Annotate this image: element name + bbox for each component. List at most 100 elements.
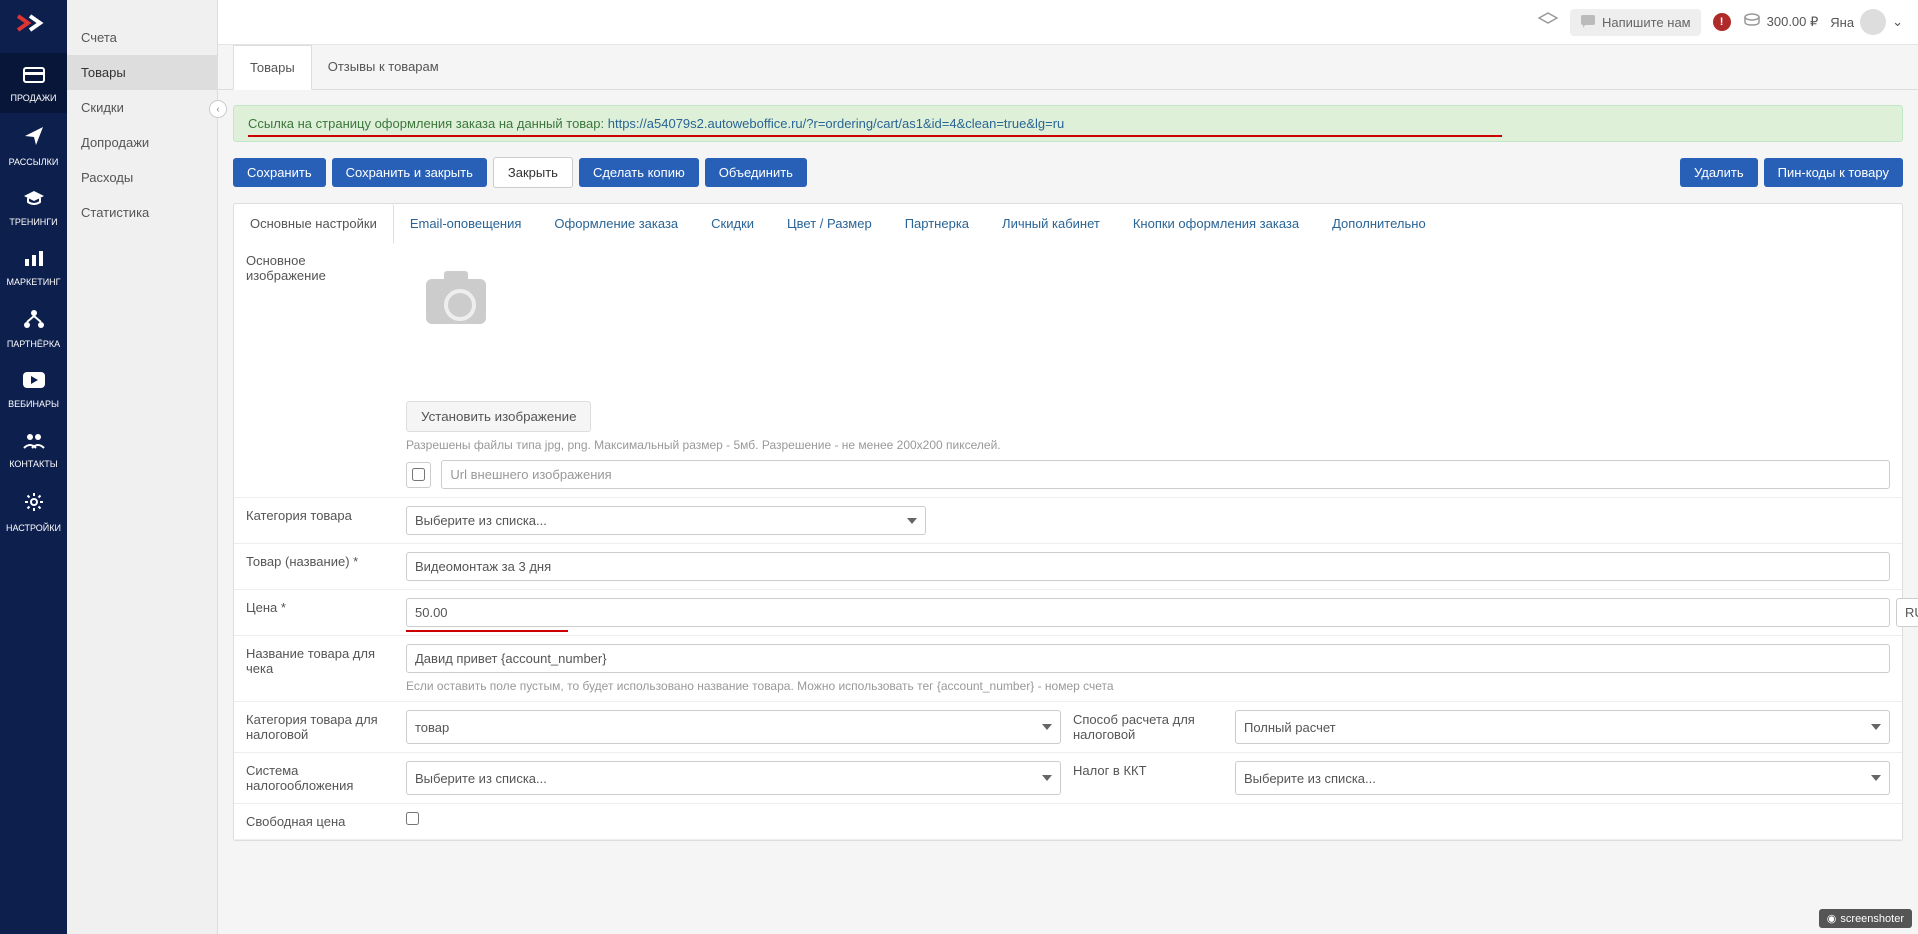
payment-method-label: Способ расчета для налоговой (1073, 702, 1223, 752)
nav-sales[interactable]: ПРОДАЖИ (0, 53, 67, 113)
users-icon (22, 431, 46, 455)
tab-checkout[interactable]: Оформление заказа (538, 204, 695, 243)
image-help-text: Разрешены файлы типа jpg, png. Максималь… (406, 438, 1890, 452)
tab-email[interactable]: Email-оповещения (394, 204, 539, 243)
coins-icon (1743, 13, 1761, 32)
subnav-accounts[interactable]: Счета (67, 20, 217, 55)
tab-checkout-buttons[interactable]: Кнопки оформления заказа (1117, 204, 1316, 243)
write-us-label: Напишите нам (1602, 15, 1691, 30)
image-placeholder (406, 261, 506, 341)
card-icon (23, 65, 45, 89)
top-header: Напишите нам ! 300.00 ₽ Яна ⌄ (218, 0, 1918, 45)
main-area: Напишите нам ! 300.00 ₽ Яна ⌄ Товары Отз… (218, 0, 1918, 934)
screenshoter-label: screenshoter (1840, 913, 1904, 925)
balance-value: 300.00 ₽ (1767, 14, 1819, 30)
external-url-checkbox[interactable] (412, 468, 425, 481)
close-button[interactable]: Закрыть (493, 157, 573, 188)
subnav-discounts[interactable]: Скидки (67, 90, 217, 125)
receipt-name-label: Название товара для чека (234, 636, 394, 701)
nav-label: НАСТРОЙКИ (6, 523, 61, 533)
delete-button[interactable]: Удалить (1680, 158, 1758, 187)
gear-icon (23, 491, 45, 519)
free-price-checkbox[interactable] (406, 812, 419, 825)
external-url-input[interactable] (441, 460, 1890, 489)
tax-category-select[interactable]: товар (406, 710, 1061, 744)
screenshoter-badge: ◉ screenshoter (1819, 909, 1912, 928)
kkt-label: Налог в ККТ (1073, 753, 1223, 803)
tab-discounts[interactable]: Скидки (695, 204, 771, 243)
chat-icon (1580, 14, 1596, 31)
free-price-label: Свободная цена (234, 804, 394, 839)
nodes-icon (23, 309, 45, 335)
app-logo (14, 8, 54, 38)
price-input[interactable] (406, 598, 1890, 627)
category-select[interactable]: Выберите из списка... (406, 506, 926, 535)
set-image-button[interactable]: Установить изображение (406, 401, 591, 432)
sidebar-collapse-button[interactable]: ‹ (209, 100, 227, 118)
page-subtabs: Товары Отзывы к товарам (218, 45, 1918, 90)
subtab-reviews[interactable]: Отзывы к товарам (312, 45, 455, 89)
name-label: Товар (название) * (234, 544, 394, 589)
nav-trainings[interactable]: ТРЕНИНГИ (0, 177, 67, 237)
form-tabs: Основные настройки Email-оповещения Офор… (233, 203, 1903, 243)
receipt-help-text: Если оставить поле пустым, то будет испо… (406, 679, 1890, 693)
nav-partners[interactable]: ПАРТНЁРКА (0, 297, 67, 359)
merge-button[interactable]: Объединить (705, 158, 807, 187)
image-label: Основное изображение (234, 243, 394, 497)
subnav-products[interactable]: Товары (67, 55, 217, 90)
camera-icon (426, 279, 486, 324)
nav-marketing[interactable]: МАРКЕТИНГ (0, 237, 67, 297)
play-icon (22, 371, 46, 395)
tab-main-settings[interactable]: Основные настройки (234, 204, 394, 244)
nav-dark-sidebar: ПРОДАЖИ РАССЫЛКИ ТРЕНИНГИ МАРКЕТИНГ ПАРТ… (0, 0, 67, 934)
nav-contacts[interactable]: КОНТАКТЫ (0, 419, 67, 479)
nav-light-sidebar: Счета Товары Скидки Допродажи Расходы Ст… (67, 0, 218, 934)
balance-display[interactable]: 300.00 ₽ (1743, 13, 1819, 32)
nav-label: РАССЫЛКИ (9, 157, 59, 167)
pins-button[interactable]: Пин-коды к товару (1764, 158, 1903, 187)
nav-webinars[interactable]: ВЕБИНАРЫ (0, 359, 67, 419)
alert-prefix: Ссылка на страницу оформления заказа на … (248, 116, 608, 131)
copy-button[interactable]: Сделать копию (579, 158, 699, 187)
subnav-upsells[interactable]: Допродажи (67, 125, 217, 160)
grad-icon (22, 189, 46, 213)
tab-partner[interactable]: Партнерка (889, 204, 986, 243)
nav-label: КОНТАКТЫ (9, 459, 58, 469)
order-link-alert: Ссылка на страницу оформления заказа на … (233, 105, 1903, 142)
graduation-icon[interactable] (1538, 12, 1558, 33)
currency-select[interactable]: RUB (1896, 598, 1918, 627)
save-close-button[interactable]: Сохранить и закрыть (332, 158, 487, 187)
payment-method-select[interactable]: Полный расчет (1235, 710, 1890, 744)
nav-label: ПАРТНЁРКА (7, 339, 60, 349)
tax-system-select[interactable]: Выберите из списка... (406, 761, 1061, 795)
nav-label: ТРЕНИНГИ (9, 217, 57, 227)
product-name-input[interactable] (406, 552, 1890, 581)
user-menu[interactable]: Яна ⌄ (1830, 9, 1903, 35)
avatar (1860, 9, 1886, 35)
user-name: Яна (1830, 15, 1854, 30)
tax-system-label: Система налогообложения (234, 753, 394, 803)
tab-color-size[interactable]: Цвет / Размер (771, 204, 889, 243)
receipt-name-input[interactable] (406, 644, 1890, 673)
write-us-button[interactable]: Напишите нам (1570, 9, 1701, 36)
tab-additional[interactable]: Дополнительно (1316, 204, 1443, 243)
order-link[interactable]: https://a54079s2.autoweboffice.ru/?r=ord… (608, 116, 1065, 131)
nav-label: МАРКЕТИНГ (6, 277, 60, 287)
form-panel: Основное изображение Установить изображе… (233, 243, 1903, 841)
tax-category-label: Категория товара для налоговой (234, 702, 394, 752)
alert-badge[interactable]: ! (1713, 13, 1731, 31)
nav-settings[interactable]: НАСТРОЙКИ (0, 479, 67, 543)
camera-small-icon: ◉ (1827, 912, 1837, 925)
highlight-underline (406, 630, 568, 632)
subtab-products[interactable]: Товары (233, 45, 312, 90)
nav-mailings[interactable]: РАССЫЛКИ (0, 113, 67, 177)
subnav-expenses[interactable]: Расходы (67, 160, 217, 195)
kkt-select[interactable]: Выберите из списка... (1235, 761, 1890, 795)
subnav-stats[interactable]: Статистика (67, 195, 217, 230)
nav-label: ПРОДАЖИ (11, 93, 57, 103)
save-button[interactable]: Сохранить (233, 158, 326, 187)
action-buttons-row: Сохранить Сохранить и закрыть Закрыть Сд… (233, 157, 1903, 188)
tab-cabinet[interactable]: Личный кабинет (986, 204, 1117, 243)
chart-icon (23, 249, 45, 273)
content-area: Ссылка на страницу оформления заказа на … (218, 90, 1918, 934)
